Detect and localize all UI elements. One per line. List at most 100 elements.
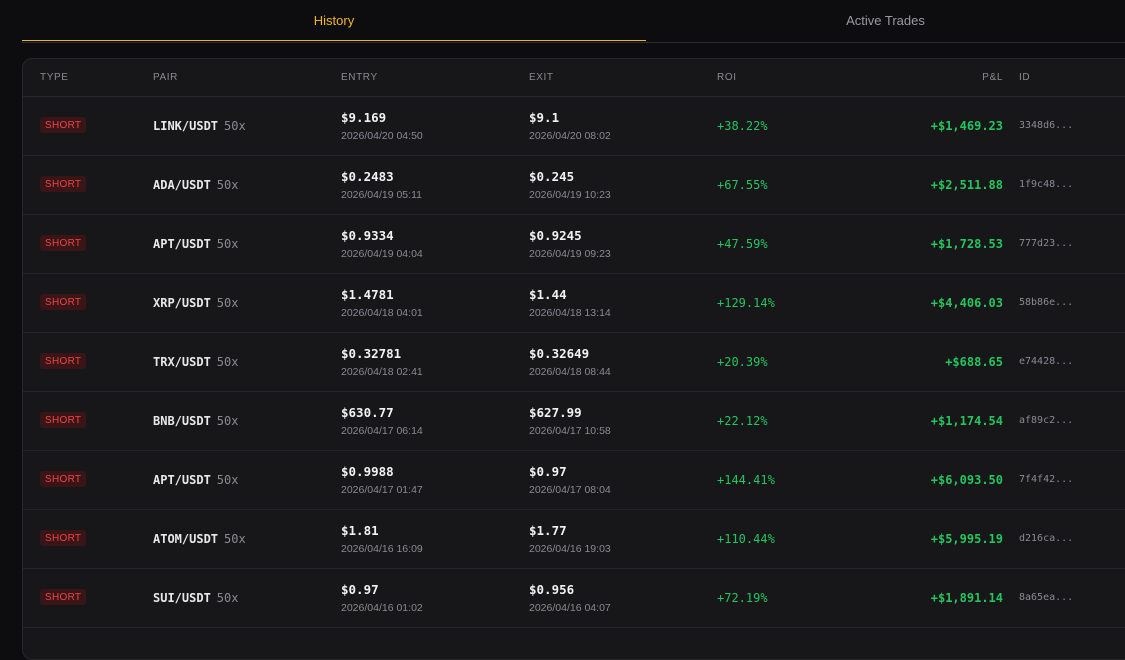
entry-time: 2026/04/18 02:41 bbox=[341, 366, 423, 378]
exit-price: $0.32649 bbox=[529, 346, 590, 361]
trade-id[interactable]: e74428... bbox=[1019, 356, 1073, 367]
trade-type-badge: SHORT bbox=[40, 353, 87, 369]
leverage-label: 50x bbox=[216, 414, 239, 428]
exit-price: $0.245 bbox=[529, 169, 575, 184]
table-row[interactable]: SHORT SUI/USDT 50x $0.97 2026/04/16 01:02… bbox=[23, 569, 1125, 628]
exit-time: 2026/04/18 08:44 bbox=[529, 366, 611, 378]
table-header: TYPE PAIR ENTRY EXIT ROI P&L ID bbox=[23, 59, 1125, 97]
table-row[interactable]: SHORT XRP/USDT 50x $1.4781 2026/04/18 04:… bbox=[23, 274, 1125, 333]
entry-price: $0.9334 bbox=[341, 228, 394, 243]
trade-pair: BNB/USDT 50x bbox=[153, 414, 238, 428]
entry-time: 2026/04/19 04:04 bbox=[341, 248, 423, 260]
trade-type-badge: SHORT bbox=[40, 530, 87, 546]
trade-id[interactable]: 1f9c48... bbox=[1019, 179, 1073, 190]
entry-time: 2026/04/17 06:14 bbox=[341, 425, 423, 437]
tab-active-trades[interactable]: Active Trades bbox=[646, 0, 1125, 41]
column-header-type: TYPE bbox=[40, 72, 69, 83]
entry-time: 2026/04/16 16:09 bbox=[341, 543, 423, 555]
trade-id[interactable]: d216ca... bbox=[1019, 533, 1073, 544]
exit-price: $1.77 bbox=[529, 523, 567, 538]
roi-value: +129.14% bbox=[717, 296, 775, 310]
leverage-label: 50x bbox=[216, 473, 239, 487]
trade-type-badge: SHORT bbox=[40, 589, 87, 605]
table-row[interactable]: SHORT TRX/USDT 50x $0.32781 2026/04/18 02… bbox=[23, 333, 1125, 392]
exit-time: 2026/04/19 10:23 bbox=[529, 189, 611, 201]
pair-symbol: LINK/USDT bbox=[153, 119, 219, 133]
roi-value: +20.39% bbox=[717, 355, 768, 369]
trade-id[interactable]: 7f4f42... bbox=[1019, 474, 1073, 485]
roi-value: +110.44% bbox=[717, 532, 775, 546]
roi-value: +72.19% bbox=[717, 591, 768, 605]
trade-id[interactable]: 777d23... bbox=[1019, 238, 1073, 249]
leverage-label: 50x bbox=[216, 237, 239, 251]
trade-type-badge: SHORT bbox=[40, 235, 87, 251]
pnl-value: +$1,469.23 bbox=[930, 119, 1003, 133]
leverage-label: 50x bbox=[216, 591, 239, 605]
table-row[interactable]: SHORT APT/USDT 50x $0.9334 2026/04/19 04:… bbox=[23, 215, 1125, 274]
leverage-label: 50x bbox=[224, 532, 246, 546]
exit-time: 2026/04/20 08:02 bbox=[529, 130, 611, 142]
roi-value: +47.59% bbox=[717, 237, 768, 251]
exit-price: $0.97 bbox=[529, 464, 567, 479]
column-header-pair: PAIR bbox=[153, 72, 178, 83]
pair-symbol: ATOM/USDT bbox=[153, 532, 219, 546]
entry-time: 2026/04/17 01:47 bbox=[341, 484, 423, 496]
pair-symbol: APT/USDT bbox=[153, 473, 211, 487]
entry-price: $1.4781 bbox=[341, 287, 394, 302]
pnl-value: +$1,728.53 bbox=[930, 237, 1003, 251]
leverage-label: 50x bbox=[216, 178, 239, 192]
trade-pair: APT/USDT 50x bbox=[153, 237, 238, 251]
trade-id[interactable]: af89c2... bbox=[1019, 415, 1073, 426]
trade-pair: LINK/USDT 50x bbox=[153, 119, 246, 133]
table-row[interactable]: SHORT BNB/USDT 50x $630.77 2026/04/17 06:… bbox=[23, 392, 1125, 451]
exit-time: 2026/04/18 13:14 bbox=[529, 307, 611, 319]
column-header-pnl: P&L bbox=[982, 72, 1003, 83]
trade-id[interactable]: 3348d6... bbox=[1019, 120, 1073, 131]
trade-history-table: TYPE PAIR ENTRY EXIT ROI P&L ID SHORT LI… bbox=[22, 58, 1125, 660]
entry-price: $0.9988 bbox=[341, 464, 394, 479]
table-row[interactable]: SHORT ADA/USDT 50x $0.2483 2026/04/19 05:… bbox=[23, 156, 1125, 215]
trade-pair: XRP/USDT 50x bbox=[153, 296, 238, 310]
column-header-entry: ENTRY bbox=[341, 72, 378, 83]
trade-pair: APT/USDT 50x bbox=[153, 473, 238, 487]
column-header-exit: EXIT bbox=[529, 72, 554, 83]
roi-value: +22.12% bbox=[717, 414, 768, 428]
trade-id[interactable]: 8a65ea... bbox=[1019, 592, 1073, 603]
roi-value: +67.55% bbox=[717, 178, 768, 192]
pnl-value: +$1,174.54 bbox=[930, 414, 1003, 428]
entry-price: $630.77 bbox=[341, 405, 394, 420]
exit-time: 2026/04/16 19:03 bbox=[529, 543, 611, 555]
pair-symbol: APT/USDT bbox=[153, 237, 211, 251]
roi-value: +38.22% bbox=[717, 119, 768, 133]
exit-time: 2026/04/17 08:04 bbox=[529, 484, 611, 496]
leverage-label: 50x bbox=[216, 355, 239, 369]
entry-time: 2026/04/19 05:11 bbox=[341, 189, 422, 201]
table-row[interactable]: SHORT APT/USDT 50x $0.9988 2026/04/17 01:… bbox=[23, 451, 1125, 510]
column-header-id: ID bbox=[1019, 72, 1031, 83]
entry-price: $9.169 bbox=[341, 110, 387, 125]
tab-history[interactable]: History bbox=[22, 0, 646, 41]
table-body: SHORT LINK/USDT 50x $9.169 2026/04/20 04:… bbox=[23, 97, 1125, 628]
pair-symbol: TRX/USDT bbox=[153, 355, 211, 369]
pair-symbol: SUI/USDT bbox=[153, 591, 211, 605]
entry-price: $0.32781 bbox=[341, 346, 402, 361]
leverage-label: 50x bbox=[224, 119, 246, 133]
exit-price: $1.44 bbox=[529, 287, 567, 302]
exit-time: 2026/04/19 09:23 bbox=[529, 248, 611, 260]
entry-time: 2026/04/18 04:01 bbox=[341, 307, 423, 319]
entry-time: 2026/04/20 04:50 bbox=[341, 130, 423, 142]
entry-price: $0.97 bbox=[341, 582, 379, 597]
pnl-value: +$5,995.19 bbox=[930, 532, 1003, 546]
exit-price: $627.99 bbox=[529, 405, 582, 420]
pair-symbol: BNB/USDT bbox=[153, 414, 211, 428]
table-row[interactable]: SHORT ATOM/USDT 50x $1.81 2026/04/16 16:0… bbox=[23, 510, 1125, 569]
trade-type-badge: SHORT bbox=[40, 294, 87, 310]
table-row[interactable]: SHORT LINK/USDT 50x $9.169 2026/04/20 04:… bbox=[23, 97, 1125, 156]
leverage-label: 50x bbox=[216, 296, 239, 310]
entry-price: $1.81 bbox=[341, 523, 379, 538]
trade-id[interactable]: 58b86e... bbox=[1019, 297, 1073, 308]
pnl-value: +$1,891.14 bbox=[930, 591, 1003, 605]
exit-price: $9.1 bbox=[529, 110, 560, 125]
trade-pair: ADA/USDT 50x bbox=[153, 178, 238, 192]
pair-symbol: ADA/USDT bbox=[153, 178, 211, 192]
